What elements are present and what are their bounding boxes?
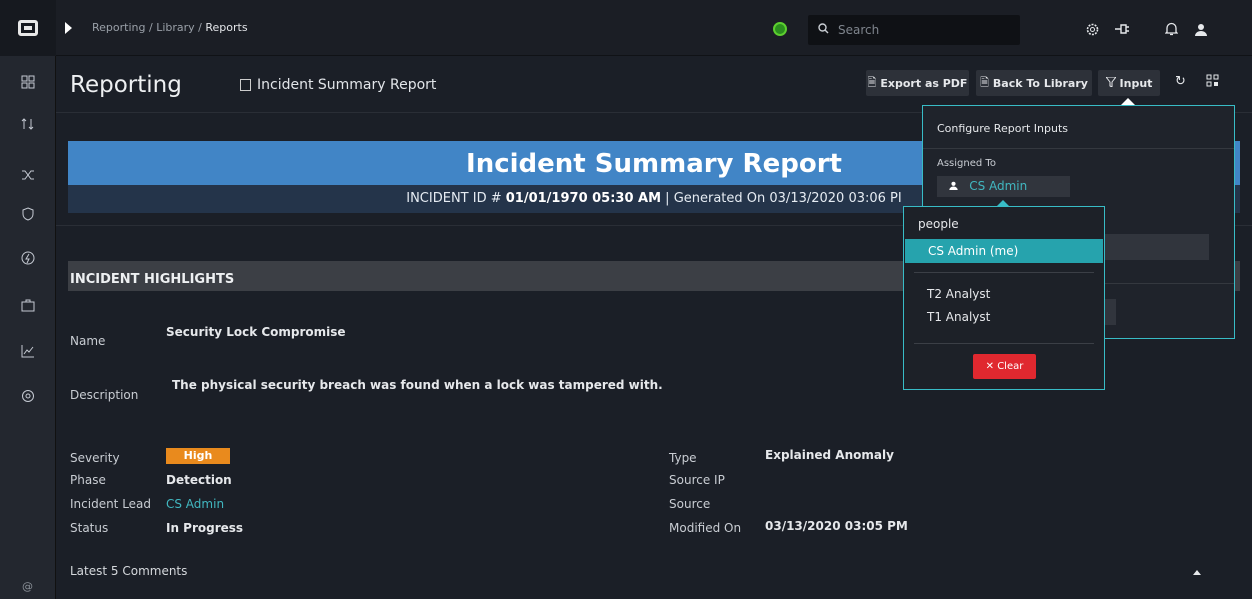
expand-sidebar-icon[interactable]	[65, 22, 72, 34]
divider	[914, 343, 1094, 344]
type-value: Explained Anomaly	[765, 448, 894, 462]
export-pdf-label: Export as PDF	[880, 76, 968, 90]
breadcrumb-item[interactable]: Reporting	[92, 21, 145, 34]
panel-title: Configure Report Inputs	[937, 122, 1068, 135]
user-icon	[949, 181, 961, 193]
back-to-library-label: Back To Library	[992, 76, 1088, 90]
settings-wheel-icon[interactable]	[0, 384, 56, 408]
divider	[1103, 283, 1234, 284]
assigned-to-field[interactable]: CS Admin	[937, 176, 1070, 197]
report-tab[interactable]: Incident Summary Report	[240, 77, 436, 93]
user-icon[interactable]	[1192, 20, 1210, 38]
incident-id-prefix: INCIDENT ID #	[406, 191, 506, 206]
filter-icon	[1104, 76, 1117, 90]
panel-input-field[interactable]	[1103, 234, 1209, 260]
description-label: Description	[70, 388, 139, 402]
phase-value: Detection	[166, 473, 232, 487]
phase-label: Phase	[70, 473, 106, 487]
at-icon[interactable]: @	[22, 580, 33, 593]
chart-icon[interactable]	[0, 339, 56, 363]
name-label: Name	[70, 334, 106, 348]
status-label: Status	[70, 521, 109, 535]
assigned-to-label: Assigned To	[937, 158, 996, 169]
gear-icon[interactable]	[1083, 20, 1101, 38]
export-pdf-button[interactable]: 🗎 Export as PDF	[866, 70, 969, 96]
severity-badge: High	[166, 448, 230, 464]
breadcrumb-item[interactable]: Library	[156, 21, 194, 34]
app-logo[interactable]	[0, 0, 56, 56]
modified-on-label: Modified On	[669, 521, 742, 535]
briefcase-icon[interactable]	[0, 293, 56, 317]
dropdown-option[interactable]: T1 Analyst	[927, 310, 990, 324]
dropdown-option[interactable]: T2 Analyst	[927, 287, 990, 301]
incident-lead-label: Incident Lead	[70, 497, 152, 511]
source-label: Source	[669, 497, 711, 511]
shield-icon[interactable]	[0, 202, 56, 226]
back-to-library-button[interactable]: 🗎 Back To Library	[976, 70, 1092, 96]
collapse-icon[interactable]	[1193, 570, 1201, 575]
dropdown-group-header: people	[918, 217, 959, 231]
refresh-icon[interactable]: ↻	[1175, 74, 1186, 89]
bell-icon[interactable]	[1162, 20, 1180, 38]
search-icon	[818, 23, 829, 37]
name-value: Security Lock Compromise	[166, 325, 346, 339]
plug-icon[interactable]	[1113, 20, 1131, 38]
highlights-title: INCIDENT HIGHLIGHTS	[70, 272, 235, 287]
generated-on: | Generated On 03/13/2020 03:06 PI	[661, 191, 902, 206]
incident-lead-link[interactable]: CS Admin	[166, 497, 224, 511]
dashboard-icon[interactable]	[0, 70, 56, 94]
lightning-icon[interactable]	[0, 246, 56, 270]
pdf-icon: 🗎	[980, 75, 989, 89]
search-box	[808, 15, 1020, 45]
report-icon	[240, 79, 251, 91]
clear-button[interactable]: ✕ Clear	[973, 354, 1036, 379]
top-bar: Reporting / Library / Reports	[56, 0, 1252, 56]
type-label: Type	[669, 451, 697, 465]
layout-icon[interactable]	[1206, 74, 1219, 91]
shuffle-icon[interactable]	[0, 163, 56, 187]
queue-icon[interactable]	[0, 112, 56, 136]
comments-title: Latest 5 Comments	[70, 564, 188, 578]
page-title: Reporting	[70, 72, 182, 98]
pdf-icon: 🗎	[867, 75, 877, 89]
input-button[interactable]: Input	[1098, 70, 1160, 96]
status-value: In Progress	[166, 521, 244, 535]
divider	[923, 148, 1234, 149]
modified-on-value: 03/13/2020 03:05 PM	[765, 519, 908, 533]
close-icon: ✕	[985, 361, 995, 372]
breadcrumb: Reporting / Library / Reports	[92, 21, 248, 34]
search-input[interactable]	[838, 20, 1008, 40]
report-tab-label: Incident Summary Report	[257, 77, 437, 93]
source-ip-label: Source IP	[669, 473, 725, 487]
assigned-to-value: CS Admin	[969, 179, 1028, 193]
divider	[914, 272, 1094, 273]
status-indicator-icon[interactable]	[773, 22, 787, 36]
breadcrumb-current: Reports	[205, 21, 248, 34]
severity-label: Severity	[70, 451, 120, 465]
sidebar: @	[0, 0, 56, 599]
incident-id-value: 01/01/1970 05:30 AM	[505, 191, 662, 206]
assignee-dropdown: people CS Admin (me) T2 Analyst T1 Analy…	[903, 206, 1105, 390]
dropdown-option-selected[interactable]: CS Admin (me)	[905, 239, 1103, 263]
clear-label: Clear	[997, 361, 1024, 372]
input-label: Input	[1119, 76, 1153, 90]
description-value: The physical security breach was found w…	[172, 378, 663, 392]
